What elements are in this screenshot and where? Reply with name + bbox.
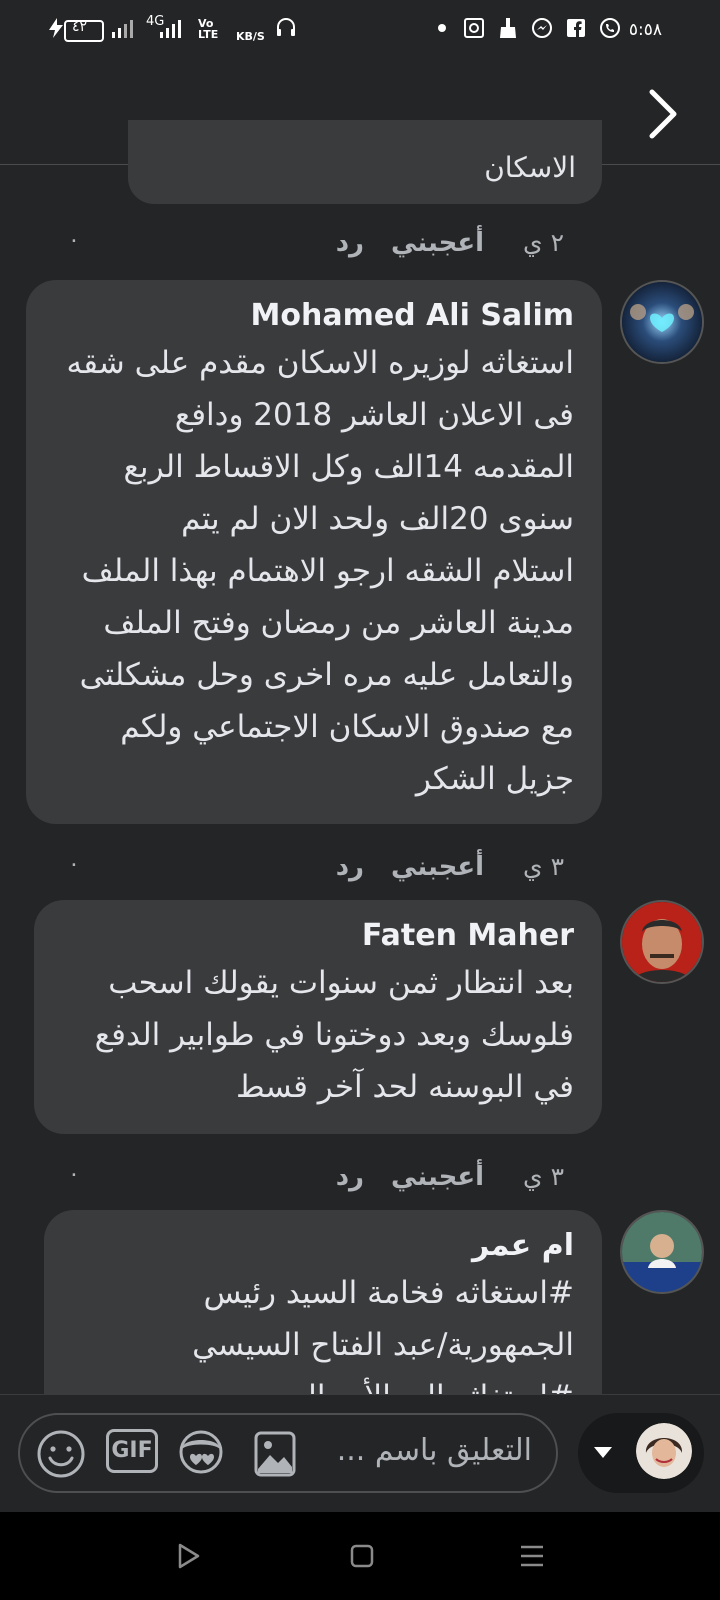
comment-input[interactable]: التعليق باسم ... GIF — [18, 1413, 558, 1493]
profile-switcher[interactable] — [578, 1413, 704, 1493]
previous-comment-text: الاسكان — [484, 151, 576, 184]
comment-author[interactable]: Faten Maher — [62, 918, 574, 953]
gallery-icon — [464, 18, 484, 38]
comment-author[interactable]: Mohamed Ali Salim — [54, 298, 575, 333]
comment-author[interactable]: ام عمر — [72, 1228, 574, 1263]
comment-bubble[interactable]: Mohamed Ali Salim استغاثه لوزيره الاسكان… — [26, 280, 602, 824]
battery-icon: ٤٢ — [64, 19, 104, 42]
dot-icon — [438, 24, 446, 32]
comment-time: ٣ ي — [523, 1162, 564, 1191]
avatar[interactable] — [620, 1210, 704, 1294]
comment-composer: التعليق باسم ... GIF — [0, 1394, 720, 1513]
comment-actions: ٢ ي أعجبني رد ٠ — [0, 228, 720, 268]
reply-button[interactable]: رد — [336, 228, 364, 258]
reaction-count: ٠ — [68, 228, 80, 253]
menu-lines-icon[interactable] — [518, 1542, 546, 1570]
system-nav-bar — [0, 1512, 720, 1600]
comment-time: ٣ ي — [523, 852, 564, 881]
comment-text: #استغاثه فخامة السيد رئيس الجمهورية/عبد … — [192, 1275, 574, 1394]
gif-button[interactable]: GIF — [106, 1429, 158, 1473]
avatar[interactable] — [620, 280, 704, 364]
photo-icon[interactable] — [248, 1427, 302, 1481]
like-button[interactable]: أعجبني — [391, 228, 484, 258]
headset-icon — [277, 18, 295, 36]
clock: ٥:٥٨ — [628, 20, 662, 40]
status-bar: ٤٢ 4G Vo LTE KB/S ٥:٥٨ — [0, 0, 720, 64]
like-button[interactable]: أعجبني — [391, 1162, 484, 1192]
reply-button[interactable]: رد — [336, 1162, 364, 1192]
comment-time: ٢ ي — [523, 228, 564, 257]
comment-text: استغاثه لوزيره الاسكان مقدم على شقه فى ا… — [66, 345, 575, 797]
avatar[interactable] — [620, 900, 704, 984]
comment-bubble[interactable]: ام عمر #استغاثه فخامة السيد رئيس الجمهور… — [44, 1210, 602, 1394]
comment-bubble[interactable]: Faten Maher بعد انتظار ثمن سنوات يقولك ا… — [34, 900, 602, 1134]
reaction-count: ٠ — [68, 852, 80, 877]
speed-label: KB/S — [236, 30, 265, 43]
comment-text: بعد انتظار ثمن سنوات يقولك اسحب فلوسك وب… — [94, 965, 574, 1105]
user-avatar-icon — [636, 1423, 692, 1479]
facebook-icon — [567, 19, 585, 37]
chevron-right-icon[interactable] — [642, 88, 682, 140]
caret-down-icon — [594, 1447, 612, 1458]
reply-button[interactable]: رد — [336, 852, 364, 882]
avatar-sticker-icon[interactable] — [174, 1427, 228, 1481]
comment-actions: ٣ ي أعجبني رد ٠ — [0, 852, 720, 892]
whatsapp-icon — [600, 18, 620, 38]
home-square-icon[interactable] — [348, 1542, 376, 1570]
signal-4g-icon — [160, 20, 181, 38]
avatar-image-icon — [622, 902, 702, 982]
messenger-icon — [532, 18, 552, 38]
back-triangle-icon[interactable] — [174, 1542, 202, 1570]
emoji-icon[interactable] — [34, 1427, 88, 1481]
previous-comment-bubble[interactable]: الاسكان — [128, 120, 602, 204]
like-button[interactable]: أعجبني — [391, 852, 484, 882]
reaction-count: ٠ — [68, 1162, 80, 1187]
cleaner-icon — [500, 18, 516, 38]
volte-label: Vo LTE — [198, 17, 219, 41]
comment-clip: ام عمر #استغاثه فخامة السيد رئيس الجمهور… — [44, 1210, 602, 1394]
signal-icon — [112, 20, 133, 38]
comment-placeholder: التعليق باسم ... — [336, 1433, 532, 1468]
avatar-image-icon — [622, 282, 702, 362]
avatar-image-icon — [622, 1212, 702, 1292]
comment-actions: ٣ ي أعجبني رد ٠ — [0, 1162, 720, 1202]
